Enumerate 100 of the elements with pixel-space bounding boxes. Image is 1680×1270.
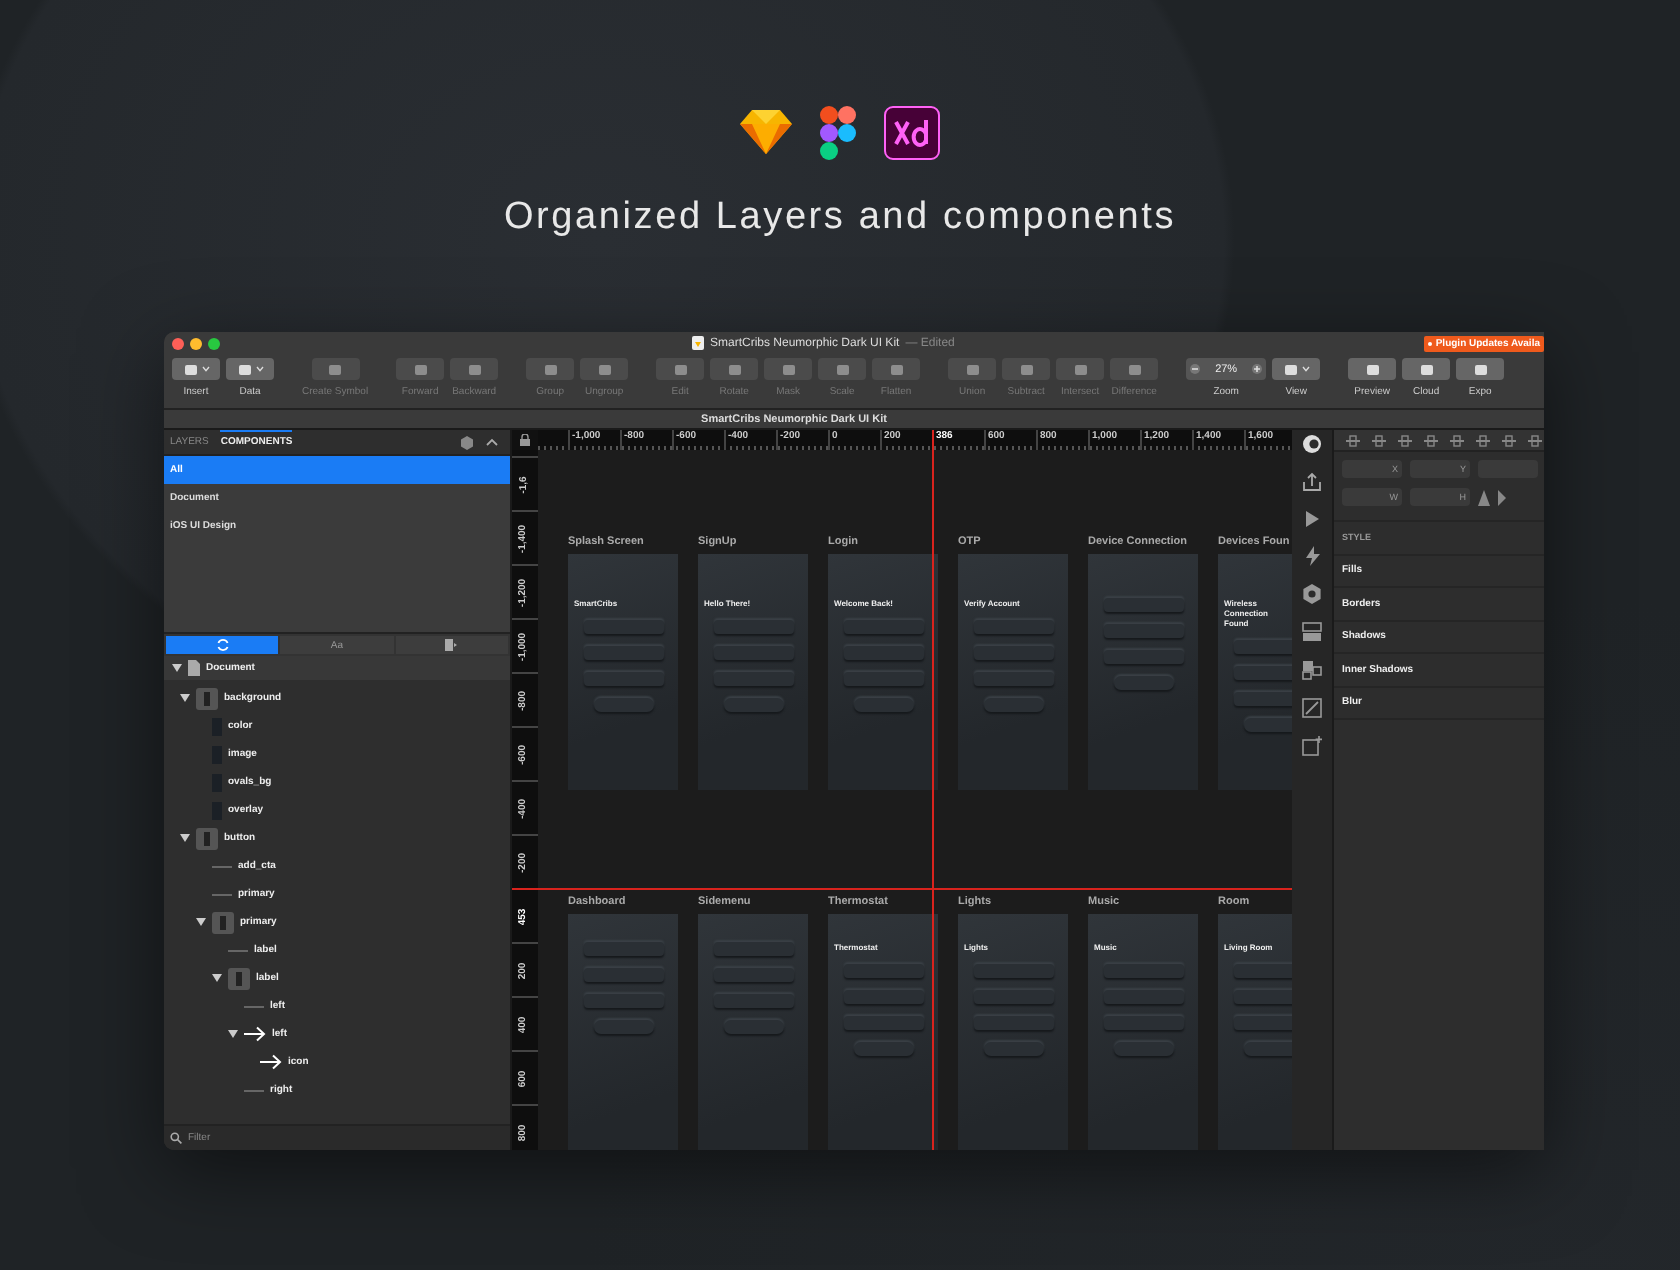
- mockup-bar: [1233, 666, 1292, 680]
- mockup-bar: [1103, 624, 1183, 638]
- mockup-bar: [713, 620, 793, 634]
- gear-icon[interactable]: [1302, 584, 1322, 604]
- disclosure-triangle-icon[interactable]: [172, 664, 182, 672]
- image-add-icon[interactable]: [1302, 736, 1322, 756]
- mockup-bar: [583, 620, 663, 634]
- xd-logo-icon: [884, 105, 940, 159]
- mockup-bar: [983, 698, 1043, 712]
- mockup-bar: [843, 672, 923, 686]
- mockup-bar: [583, 994, 663, 1008]
- lock-icon: [520, 434, 530, 446]
- image-edit-icon[interactable]: [1302, 698, 1322, 718]
- document-icon: [692, 336, 704, 350]
- align-icon[interactable]: [1372, 433, 1386, 447]
- square-icon: [467, 363, 482, 375]
- mockup-bar: [583, 646, 663, 660]
- circle-icon[interactable]: [1302, 434, 1322, 454]
- align-icon[interactable]: [1424, 433, 1438, 447]
- toolbar-button[interactable]: [1272, 358, 1321, 380]
- group-thumbnail-icon: [196, 827, 218, 849]
- align-icon[interactable]: [1528, 433, 1542, 447]
- mockup-bar: [973, 1016, 1053, 1030]
- square-icon: [1473, 363, 1488, 375]
- align-icon[interactable]: [1398, 433, 1412, 447]
- disclosure-triangle-icon[interactable]: [180, 834, 190, 842]
- mockup-bar: [1233, 990, 1292, 1004]
- align-icon[interactable]: [1346, 433, 1360, 447]
- mockup-bar: [973, 964, 1053, 978]
- chevron-up-icon[interactable]: [486, 438, 498, 446]
- disclosure-triangle-icon[interactable]: [180, 694, 190, 702]
- disclosure-triangle-icon[interactable]: [228, 1030, 238, 1038]
- mockup-bar: [713, 994, 793, 1008]
- plus-icon[interactable]: [1252, 364, 1263, 374]
- toolbar-button[interactable]: [226, 358, 274, 380]
- square-icon: [413, 363, 428, 375]
- segment-button[interactable]: [395, 636, 508, 654]
- mockup-bar: [583, 942, 663, 956]
- toolbar-button[interactable]: [1402, 358, 1451, 380]
- align-icon[interactable]: [1450, 433, 1464, 447]
- mockup-bar: [593, 1020, 653, 1034]
- mockup-bar: [583, 968, 663, 982]
- bolt-icon[interactable]: [1305, 546, 1319, 566]
- mockup-bar: [713, 968, 793, 982]
- mockup-bar: [853, 1042, 913, 1056]
- square-icon: [237, 363, 251, 375]
- square-icon: [328, 363, 343, 375]
- arrow-icon: [260, 1054, 282, 1070]
- caret-icon: [255, 366, 263, 372]
- search-icon: [170, 1132, 182, 1144]
- mockup-bar: [593, 698, 653, 712]
- toolbar-button[interactable]: [1456, 358, 1505, 380]
- toolbar-button[interactable]: [1348, 358, 1397, 380]
- close-button[interactable]: [172, 337, 184, 349]
- mockup-bar: [713, 646, 793, 660]
- page-title: Organized Layers and components: [501, 196, 1179, 242]
- figma-logo-icon: [820, 105, 856, 159]
- arrow-icon: [244, 1026, 266, 1042]
- square-icon: [1365, 363, 1380, 375]
- mockup-bar: [973, 646, 1053, 660]
- square-icon: [1127, 363, 1142, 375]
- flip-icon[interactable]: [1478, 489, 1506, 505]
- caret-icon: [201, 366, 209, 372]
- minimize-button[interactable]: [190, 337, 202, 349]
- group-thumbnail-icon: [196, 687, 218, 709]
- segment-button[interactable]: [166, 636, 279, 654]
- style-icon: [444, 638, 459, 652]
- mockup-bar: [1103, 964, 1183, 978]
- mockup-bar: [1233, 1016, 1292, 1030]
- play-icon[interactable]: [1304, 510, 1320, 528]
- layout-icon[interactable]: [1302, 622, 1322, 642]
- mockup-bar: [983, 1042, 1043, 1056]
- square-icon: [597, 363, 612, 375]
- mockup-bar: [973, 672, 1053, 686]
- mockup-bar: [843, 964, 923, 978]
- minus-icon[interactable]: [1190, 364, 1201, 374]
- mockup-bar: [1113, 676, 1173, 690]
- disclosure-triangle-icon[interactable]: [212, 974, 222, 982]
- mockup-bar: [713, 672, 793, 686]
- group-thumbnail-icon: [212, 911, 234, 933]
- mockup-bar: [713, 942, 793, 956]
- zoom-button[interactable]: [208, 337, 220, 349]
- mockup-bar: [1113, 1042, 1173, 1056]
- mockup-bar: [853, 698, 913, 712]
- toolbar-button[interactable]: [172, 358, 220, 380]
- components-icon[interactable]: [1302, 660, 1322, 680]
- mockup-bar: [723, 1020, 783, 1034]
- mockup-bar: [843, 1016, 923, 1030]
- mockup-bar: [1103, 650, 1183, 664]
- align-icon[interactable]: [1502, 433, 1516, 447]
- settings-icon[interactable]: [460, 435, 474, 449]
- align-icon[interactable]: [1476, 433, 1490, 447]
- mockup-bar: [1243, 718, 1292, 732]
- square-icon: [727, 363, 742, 375]
- mockup-bar: [1233, 640, 1292, 654]
- diamond-logo-icon: [740, 108, 792, 156]
- line-thumbnail-icon: [244, 1089, 264, 1091]
- mockup-bar: [583, 672, 663, 686]
- disclosure-triangle-icon[interactable]: [196, 918, 206, 926]
- upload-icon[interactable]: [1302, 472, 1322, 492]
